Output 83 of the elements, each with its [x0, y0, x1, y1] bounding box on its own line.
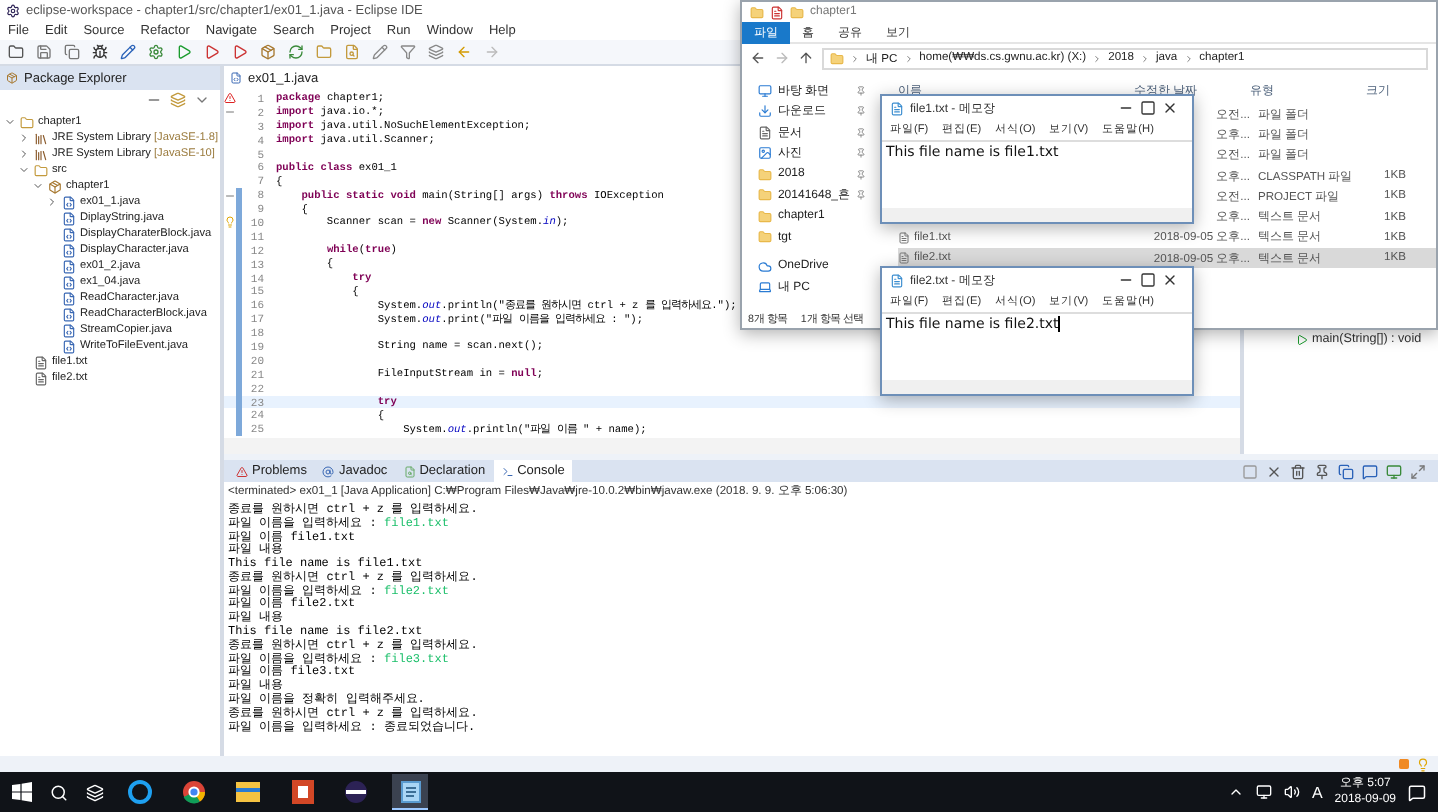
problems-icon	[236, 465, 248, 477]
download-icon	[758, 104, 772, 119]
new-package-icon[interactable]	[260, 44, 276, 60]
task-view-icon	[86, 783, 104, 801]
java-file-icon	[230, 72, 242, 84]
open-type-icon[interactable]	[316, 44, 332, 60]
up-icon[interactable]	[798, 50, 814, 66]
clear-console-icon[interactable]	[1290, 463, 1306, 479]
maximize-icon[interactable]	[1410, 463, 1426, 479]
notepad-icon	[890, 101, 904, 115]
breadcrumb-separator-icon	[1183, 53, 1194, 63]
search-files-icon[interactable]	[344, 44, 360, 60]
debug-icon[interactable]	[92, 44, 108, 60]
horizontal-scrollbar[interactable]	[882, 380, 1192, 394]
display-console-icon[interactable]	[1386, 463, 1402, 479]
horizontal-scrollbar[interactable]	[224, 438, 1240, 454]
maximize-icon[interactable]	[1140, 100, 1156, 116]
build-icon[interactable]	[148, 44, 164, 60]
folder-icon	[758, 230, 772, 245]
back-icon[interactable]	[750, 50, 766, 66]
breadcrumb-separator-icon	[1092, 53, 1103, 63]
folder-icon	[830, 51, 844, 65]
package-icon	[48, 179, 62, 193]
notification-icon	[1398, 758, 1410, 770]
folder-icon	[750, 5, 764, 19]
new-icon[interactable]	[8, 44, 24, 60]
new-folder-icon	[790, 5, 804, 19]
notepad-icon	[890, 273, 904, 287]
save-icon[interactable]	[36, 44, 52, 60]
marker-icon[interactable]	[372, 44, 388, 60]
external-tools-icon[interactable]	[232, 44, 248, 60]
volume-icon	[1283, 784, 1300, 800]
folder-icon	[758, 167, 772, 182]
eclipse-logo-icon	[6, 3, 20, 17]
folder-icon	[758, 209, 772, 224]
pen-icon[interactable]	[120, 44, 136, 60]
folder-icon	[758, 188, 772, 203]
save-all-icon[interactable]	[64, 44, 80, 60]
picture-icon	[758, 146, 772, 161]
search-icon	[50, 783, 68, 801]
folder-icon[interactable]	[236, 780, 260, 802]
remove-launch-icon[interactable]	[1266, 463, 1282, 479]
desktop-icon	[758, 83, 772, 98]
globe-icon[interactable]	[128, 779, 152, 803]
source-folder-icon	[34, 163, 48, 177]
link-editor-icon[interactable]	[170, 92, 186, 108]
pin-console-icon[interactable]	[1314, 463, 1330, 479]
close-icon[interactable]	[1162, 100, 1178, 116]
close-icon[interactable]	[1162, 272, 1178, 288]
cloud-icon	[758, 259, 772, 274]
properties-icon	[770, 5, 784, 19]
layers-icon[interactable]	[428, 44, 444, 60]
slides-app-icon[interactable]	[291, 779, 313, 803]
breadcrumb-separator-icon	[850, 53, 860, 63]
at-sign-icon	[322, 465, 335, 477]
view-menu-icon[interactable]	[194, 92, 210, 108]
show-output-icon[interactable]	[1362, 463, 1378, 479]
method-icon	[1296, 333, 1308, 345]
notification-center-icon	[1408, 783, 1426, 801]
refresh-icon[interactable]	[288, 44, 304, 60]
input-method-indicator[interactable]: A	[1311, 783, 1323, 801]
breadcrumb-separator-icon	[903, 53, 914, 63]
breadcrumb-separator-icon	[1140, 53, 1151, 63]
maximize-icon[interactable]	[1140, 272, 1156, 288]
text-file-icon	[898, 252, 910, 265]
tip-icon	[1416, 757, 1430, 771]
striped-circle-icon[interactable]	[344, 779, 368, 803]
console-icon	[501, 465, 514, 477]
notepad-icon[interactable]	[399, 779, 421, 803]
declaration-icon	[403, 465, 416, 477]
computer-icon	[758, 280, 772, 295]
package-explorer-icon	[6, 72, 18, 84]
filter-icon[interactable]	[400, 44, 416, 60]
scroll-lock-icon[interactable]	[1338, 463, 1354, 479]
document-icon	[758, 125, 772, 140]
project-folder-icon	[20, 115, 34, 129]
network-icon	[1255, 784, 1272, 800]
start-icon[interactable]	[12, 782, 32, 802]
round-logo-icon[interactable]	[182, 779, 206, 803]
text-file-icon	[898, 231, 910, 244]
coverage-icon[interactable]	[204, 44, 220, 60]
horizontal-scrollbar[interactable]	[882, 208, 1192, 222]
run-icon[interactable]	[176, 44, 192, 60]
